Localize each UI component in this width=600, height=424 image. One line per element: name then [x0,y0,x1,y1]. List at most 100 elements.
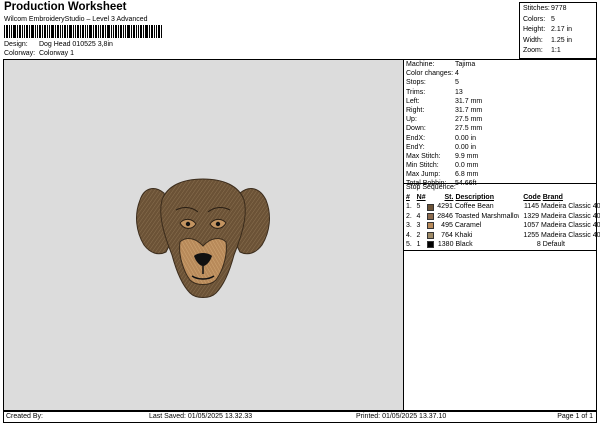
summary-row: Stitches: 9778 [523,4,593,15]
summary-label: Height: [523,26,546,34]
info-row: EndX: 0.00 in [406,134,596,143]
info-label: Machine: [406,61,435,68]
thread-code: 1145 [523,203,539,211]
info-row: Color changes: 4 [406,69,596,78]
info-label: Max Jump: [406,171,441,179]
info-label: Left: [406,97,420,105]
machine-info-panel: Machine: Tajima Color changes: 4 Stops: 5 T… [406,60,596,189]
info-row: Stops: 5 [406,78,596,87]
needle-num: 5 [416,203,421,211]
thread-brand: Madeira Classic 40 [541,212,600,220]
stop-num: 2. [406,212,412,220]
info-value: 4 [455,70,459,78]
thread-brand: Madeira Classic 40 [541,231,600,239]
stop-row: 5. 1 1380 Black 8 Default [406,240,596,249]
stop-num: 4. [406,231,412,239]
thread-code: 1057 [523,222,539,230]
info-value: 0.00 in [455,143,477,151]
color-swatch [427,241,435,249]
thread-description: Black [455,240,473,248]
color-swatch [427,222,435,230]
stitch-count: 764 [441,231,453,239]
summary-value: 5 [551,15,555,23]
design-name-row: Design: Dog Head 010525 3,8in [4,41,113,48]
color-swatch [427,203,435,211]
info-row: Up: 27.5 mm [406,115,596,124]
design-preview [4,60,403,410]
thread-code: 1329 [523,212,539,220]
info-row: Right: 31.7 mm [406,106,596,115]
summary-value: 1.25 in [551,36,573,44]
design-label: Design: [4,41,28,48]
dog-head-embroidery-image [136,178,270,298]
info-value: 31.7 mm [455,97,483,105]
info-row: Trims: 13 [406,88,596,97]
stop-row: 1. 5 4291 Coffee Bean 1145 Madeira Class… [406,202,600,211]
footer-bar: Created By: Last Saved: 01/05/2025 13.32… [3,411,597,423]
info-row: Down: 27.5 mm [406,124,596,133]
stop-num: 5. [406,240,412,248]
design-value: Dog Head 010525 3,8in [38,41,113,48]
stop-row: 2. 4 2846 Toasted Marshmallow 1329 Madei… [406,212,600,221]
colorway-row: Colorway: Colorway 1 [4,50,74,57]
summary-value: 9778 [551,5,567,12]
swatch-cell [427,231,436,239]
summary-row: Zoom: 1:1 [523,46,593,57]
swatch-cell [427,212,436,220]
info-label: EndY: [406,143,425,151]
summary-label: Zoom: [523,47,543,55]
info-value: 54.66ft [455,179,476,188]
page-title: Production Worksheet [4,1,127,13]
summary-row: Colors: 5 [523,15,593,26]
colorway-label: Colorway: [4,50,36,57]
info-label: Max Stitch: [406,152,441,160]
info-row: Machine: Tajima [406,60,596,69]
info-label: Right: [406,106,425,114]
info-label: Min Stitch: [406,162,439,170]
summary-label: Stitches: [523,5,550,12]
col-code: Code [523,194,541,201]
col-stitches: St. [444,194,454,201]
section-divider [404,250,597,251]
thread-brand: Default [542,240,565,248]
created-by: Created By: [6,413,43,420]
info-value: 5 [455,79,459,87]
info-label: Color changes: [406,70,454,78]
summary-row: Width: 1.25 in [523,36,593,47]
thread-description: Khaki [454,231,473,239]
summary-label: Colors: [523,15,546,23]
info-value: 13 [455,88,463,96]
info-label: Up: [406,116,417,124]
stitch-count: 2846 [437,212,453,220]
summary-label: Width: [523,36,543,44]
needle-num: 1 [416,240,421,248]
info-value: 9.9 mm [455,152,479,160]
info-row: Max Jump: 6.8 mm [406,170,596,179]
col-num: # [406,194,410,201]
stop-sequence-title: Stop Sequence: [406,184,456,191]
stop-num: 3. [406,222,412,230]
info-label: Stops: [406,79,426,87]
summary-value: 2.17 in [551,26,573,34]
thread-description: Coffee Bean [454,203,494,211]
info-value: 31.7 mm [455,106,483,114]
thread-brand: Madeira Classic 40 [541,222,600,230]
info-value: 27.5 mm [455,116,483,124]
summary-row: Height: 2.17 in [523,25,593,36]
info-label: Down: [406,125,426,133]
stitch-count: 495 [441,222,453,230]
stop-sequence-table: # N# St. Description Code Brand 1. 5 429… [406,193,600,249]
thread-description: Caramel [454,222,482,230]
info-value: 6.8 mm [455,171,479,179]
software-subtitle: Wilcom EmbroideryStudio – Level 3 Advanc… [4,16,148,23]
stitch-count: 4291 [437,203,453,211]
stop-header-row: # N# St. Description Code Brand [406,193,596,202]
col-description: Description [455,194,494,201]
info-value: Tajima [455,61,476,68]
needle-num: 3 [416,222,421,230]
colorway-value: Colorway 1 [38,50,74,57]
info-value: 0.0 mm [455,162,479,170]
info-value: 27.5 mm [455,125,483,133]
swatch-cell [427,241,436,249]
info-value: 0.00 in [455,134,477,142]
